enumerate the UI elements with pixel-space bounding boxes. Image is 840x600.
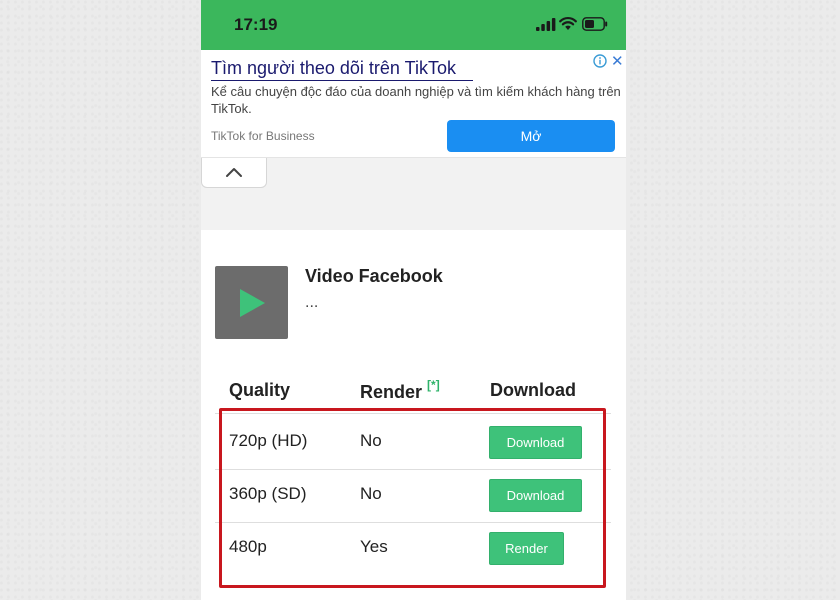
- ad-brand: TikTok for Business: [211, 129, 315, 143]
- row-divider: [215, 469, 611, 470]
- ad-description: Kể câu chuyện độc đáo của doanh nghiệp v…: [211, 84, 621, 116]
- render-cell: No: [360, 484, 382, 503]
- quality-cell: 360p (SD): [229, 484, 307, 503]
- close-icon[interactable]: ✕: [611, 52, 624, 70]
- ad-open-button[interactable]: Mở: [447, 120, 615, 152]
- ad-collapse-area: [201, 158, 626, 230]
- download-360p-button[interactable]: Download: [489, 479, 582, 512]
- quality-cell: 480p: [229, 537, 267, 556]
- row-divider: [215, 522, 611, 523]
- info-icon[interactable]: [593, 54, 607, 68]
- header-download: Download: [490, 380, 576, 400]
- status-bar: 17:19: [201, 0, 626, 50]
- render-480p-button[interactable]: Render: [489, 532, 564, 565]
- header-render: Render [*]: [360, 378, 440, 403]
- collapse-ad-button[interactable]: [201, 158, 267, 188]
- video-subtitle: ...: [305, 294, 319, 311]
- video-thumbnail: [215, 266, 288, 339]
- wifi-icon: [559, 17, 577, 30]
- status-time: 17:19: [234, 15, 278, 34]
- ad-title-underline: [211, 80, 473, 81]
- quality-cell: 720p (HD): [229, 431, 308, 450]
- download-panel: Video Facebook ... Quality Render [*] Do…: [201, 230, 626, 600]
- chevron-up-icon: [226, 168, 242, 177]
- phone-screen: 17:19 Tìm người theo dõi trên TikTok ✕ K…: [201, 0, 626, 600]
- render-cell: Yes: [360, 537, 388, 556]
- signal-icon: [536, 18, 556, 31]
- battery-icon: [582, 17, 608, 31]
- video-title: Video Facebook: [305, 266, 443, 286]
- download-720p-button[interactable]: Download: [489, 426, 582, 459]
- header-render-label: Render: [360, 382, 423, 402]
- ad-title[interactable]: Tìm người theo dõi trên TikTok: [211, 58, 456, 79]
- row-divider: [215, 413, 611, 414]
- play-icon: [239, 288, 265, 317]
- render-note-link[interactable]: [*]: [427, 378, 440, 392]
- render-cell: No: [360, 431, 382, 450]
- header-quality: Quality: [229, 380, 291, 400]
- ad-banner[interactable]: Tìm người theo dõi trên TikTok ✕ Kể câu …: [201, 50, 626, 158]
